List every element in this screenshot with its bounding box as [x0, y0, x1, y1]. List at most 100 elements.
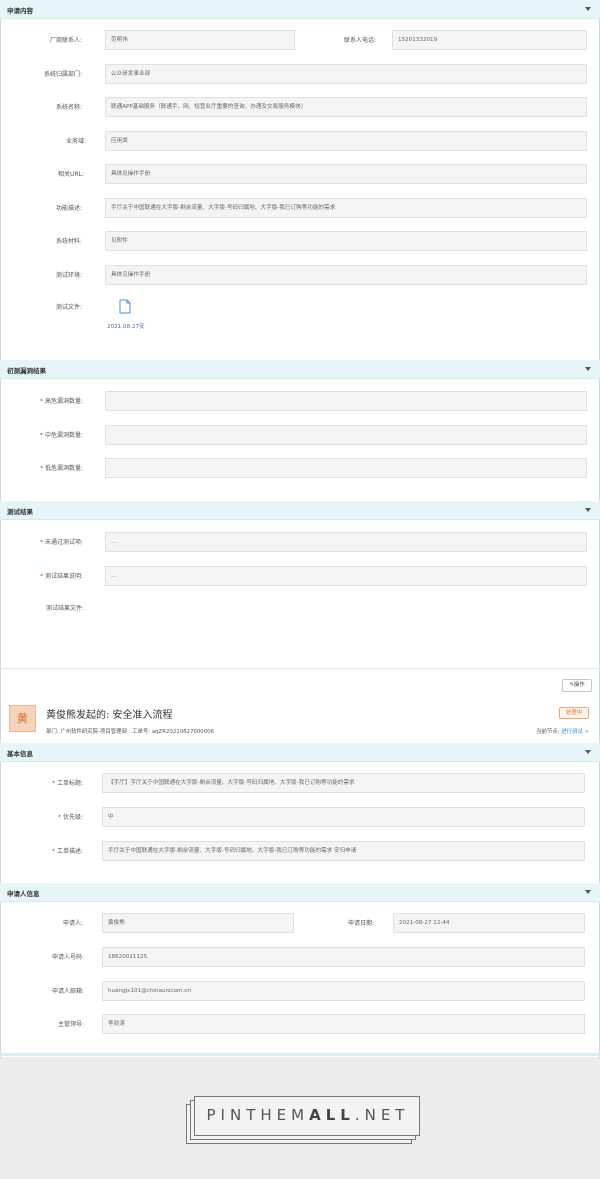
test-file-link[interactable]: 2021.08.27安 [107, 322, 145, 330]
high-risk-label: * 高危漏洞数量: [40, 396, 83, 405]
current-node-label: 当前节点: [536, 729, 560, 735]
low-risk-label: * 低危漏洞数量: [40, 463, 83, 472]
contact-phone-field[interactable]: 15201332019 [392, 30, 587, 50]
ticket-label: 工单号: [132, 729, 151, 735]
test-file-label: 测试文件: [56, 304, 83, 311]
required-mark-icon: * [40, 398, 43, 405]
low-risk-label-text: 低危漏洞数量: [45, 465, 84, 472]
url-field[interactable]: 具体见操作手册 [105, 164, 587, 184]
vendor-contact-label: 厂商联系人: [50, 37, 83, 44]
ticket-title-field[interactable]: 【手厅】手厅关于中国联通在大字版-剩余流量、大字版-号码归属地、大字版-我已订购… [102, 773, 585, 793]
material-field[interactable]: 见附件 [105, 231, 587, 251]
divider [0, 668, 600, 669]
contact-phone-label: 联系人电话: [344, 37, 377, 44]
mid-risk-label: * 中危漏洞数量: [40, 430, 83, 439]
document-icon[interactable] [119, 299, 131, 314]
mid-risk-field[interactable] [105, 425, 587, 445]
logo-text-all: ALL [309, 1106, 355, 1124]
operate-button-label: 操作 [573, 682, 585, 688]
apply-date-label: 申请日期: [348, 920, 375, 927]
ticket-title-label-text: 工单标题: [57, 780, 84, 787]
avatar: 黄 [9, 705, 36, 732]
env-field[interactable]: 具体见操作手册 [105, 265, 587, 285]
required-mark-icon: * [52, 780, 55, 787]
env-label: 测试环境: [56, 272, 83, 279]
mid-risk-label-text: 中危漏洞数量: [45, 432, 84, 439]
current-node-link[interactable]: 进行测试 > [561, 729, 589, 735]
result-explain-field[interactable]: ... [105, 566, 587, 586]
material-label: 系统材料: [56, 238, 83, 245]
desc-field[interactable]: 手厅关于中国联通在大字版-剩余流量、大字版-号码归属地、大字版-我已订购等功能的… [105, 198, 587, 218]
ticket-desc-label: * 工单描述: [52, 846, 83, 855]
priority-label-text: 优先级: [63, 814, 84, 821]
applicant-name-label: 申请人: [63, 920, 84, 927]
section-initial-scan[interactable]: 初测漏洞结果 [0, 360, 600, 379]
collapse-caret-icon[interactable] [585, 508, 591, 512]
desc-label: 功能描述: [56, 205, 83, 212]
section-title: 申请内容 [7, 7, 33, 15]
result-file-label: 测试结果文件: [46, 605, 85, 612]
low-risk-field[interactable] [105, 458, 587, 478]
applicant-phone-label: 申请人号码: [52, 954, 85, 961]
section-apply-content[interactable]: 申请内容 [0, 0, 600, 19]
failed-items-label: * 未通过测试项: [40, 537, 83, 546]
watermark-text: PINTHEMALL.NET [195, 1106, 421, 1124]
ticket-number: aqZR20210827000006 [151, 729, 215, 735]
collapse-caret-icon[interactable] [585, 7, 591, 11]
applicant-phone-field[interactable]: 18620021125 [102, 947, 585, 967]
collapse-caret-icon[interactable] [585, 750, 591, 754]
system-name-field[interactable]: 联通APP基础服务（联通手、网、短营业厅重要的查询、办理及交易服务模块） [105, 97, 587, 117]
watermark-logo: PINTHEMALL.NET [186, 1094, 422, 1144]
collapse-caret-icon[interactable] [585, 890, 591, 894]
panel-bottom-bar [0, 1053, 600, 1056]
logo-text-them: THEM [246, 1106, 310, 1124]
apply-date-field[interactable]: 2021-08-27 12:44 [393, 913, 585, 933]
ticket-desc-label-text: 工单描述: [57, 848, 84, 855]
collapse-caret-icon[interactable] [585, 367, 591, 371]
dept-label: 系统归属部门: [44, 71, 83, 78]
section-test-result[interactable]: 测试结果 [0, 501, 600, 520]
failed-items-label-text: 未通过测试项: [45, 539, 84, 546]
flow-title: 黄俊熊发起的: 安全准入流程 [46, 710, 173, 721]
section-title: 基本信息 [7, 750, 33, 758]
section-title: 初测漏洞结果 [7, 367, 46, 375]
system-name-label: 系统名称: [56, 104, 83, 111]
leader-label: 主管领导: [58, 1021, 85, 1028]
required-mark-icon: * [52, 848, 55, 855]
leader-field[interactable]: 李劲涛 [102, 1014, 585, 1034]
result-explain-label: * 测试结果说明: [40, 571, 83, 580]
result-explain-label-text: 测试结果说明: [45, 573, 84, 580]
current-node: 当前节点: 进行测试 > [536, 727, 589, 735]
dept-field[interactable]: 公众研发事业部 [105, 64, 587, 84]
priority-label: * 优先级: [58, 812, 83, 821]
logo-text-pin: PIN [206, 1106, 247, 1124]
failed-items-field[interactable]: ... [105, 532, 587, 552]
applicant-email-field[interactable]: huangjx101@chinaunicom.cn [102, 981, 585, 1001]
logo-card-front: PINTHEMALL.NET [194, 1096, 420, 1136]
logo-text-net: .NET [354, 1106, 410, 1124]
required-mark-icon: * [40, 432, 43, 439]
section-title: 测试结果 [7, 508, 33, 516]
domain-field[interactable]: 应用类 [105, 131, 587, 151]
ticket-desc-field[interactable]: 手厅关于中国联通在大字版-剩余流量、大字版-号码归属地、大字版-我已订购等功能的… [102, 841, 585, 861]
required-mark-icon: * [58, 814, 61, 821]
flow-meta: 部门: 广州软件研究院-项目管理部 工单号: aqZR2021082700000… [46, 727, 214, 735]
dept-meta-label: 部门: [46, 729, 59, 735]
applicant-email-label: 申请人邮箱: [52, 988, 85, 995]
ticket-title-label: * 工单标题: [52, 778, 83, 787]
operate-button[interactable]: ✎操作 [562, 679, 592, 692]
high-risk-label-text: 高危漏洞数量: [45, 398, 84, 405]
required-mark-icon: * [40, 539, 43, 546]
section-applicant-info[interactable]: 申请人信息 [0, 883, 600, 902]
url-label: 相关URL: [58, 171, 84, 178]
vendor-contact-field[interactable]: 范明伟 [105, 30, 295, 50]
domain-label: 业务域: [66, 138, 87, 145]
high-risk-field[interactable] [105, 391, 587, 411]
section-basic-info[interactable]: 基本信息 [0, 743, 600, 762]
priority-field[interactable]: 中 [102, 807, 585, 827]
flow-header: 黄 黄俊熊发起的: 安全准入流程 部门: 广州软件研究院-项目管理部 工单号: … [0, 697, 600, 740]
section-title: 申请人信息 [7, 890, 40, 898]
required-mark-icon: * [40, 573, 43, 580]
dept-meta-value: 广州软件研究院-项目管理部 [60, 729, 127, 735]
applicant-name-field[interactable]: 黄俊熊 [102, 913, 294, 933]
